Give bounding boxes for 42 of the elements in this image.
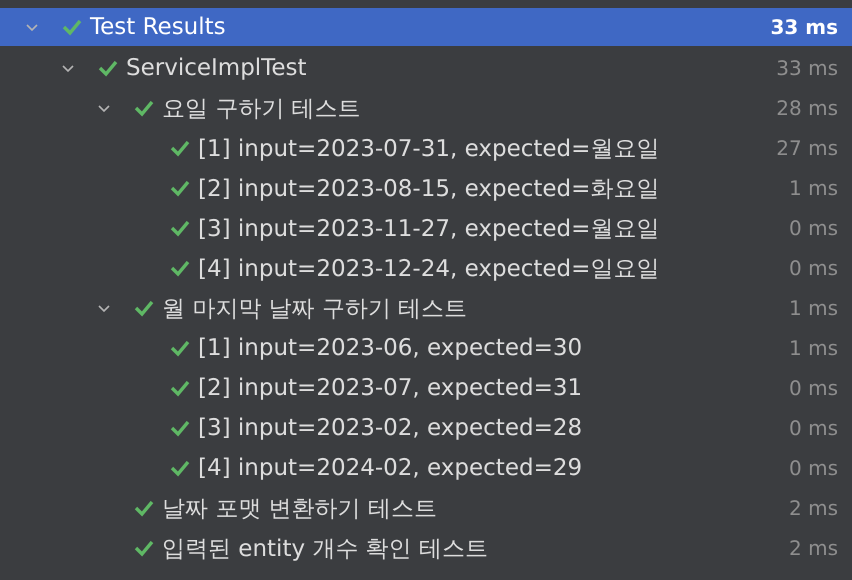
- duration-text: 0 ms: [789, 216, 838, 240]
- duration-text: 0 ms: [789, 376, 838, 400]
- duration-text: 0 ms: [789, 416, 838, 440]
- test-name: 날짜 포맷 변환하기 테스트: [162, 494, 437, 524]
- duration-text: 1 ms: [789, 336, 838, 360]
- test-name: [1] input=2023-06, expected=30: [198, 335, 582, 361]
- tree-row[interactable]: [2] input=2023-08-15, expected=화요일 1 ms: [0, 168, 852, 208]
- test-name: Test Results: [90, 14, 226, 40]
- test-name: [3] input=2023-11-27, expected=월요일: [198, 214, 660, 244]
- tree-row[interactable]: [4] input=2024-02, expected=29 0 ms: [0, 448, 852, 488]
- test-name: [4] input=2023-12-24, expected=일요일: [198, 254, 660, 284]
- tree-row[interactable]: 월 마지막 날짜 구하기 테스트 1 ms: [0, 288, 852, 328]
- duration-text: 2 ms: [789, 536, 838, 560]
- tree-row[interactable]: [1] input=2023-06, expected=30 1 ms: [0, 328, 852, 368]
- tree-row[interactable]: [2] input=2023-07, expected=31 0 ms: [0, 368, 852, 408]
- duration-text: 0 ms: [789, 256, 838, 280]
- tree-row[interactable]: 입력된 entity 개수 확인 테스트 2 ms: [0, 528, 852, 568]
- tree-row[interactable]: [4] input=2023-12-24, expected=일요일 0 ms: [0, 248, 852, 288]
- duration-text: 27 ms: [776, 136, 838, 160]
- test-name: [2] input=2023-07, expected=31: [198, 375, 582, 401]
- test-name: 요일 구하기 테스트: [162, 94, 361, 124]
- duration-text: 1 ms: [789, 176, 838, 200]
- duration-text: 0 ms: [789, 456, 838, 480]
- duration-text: 28 ms: [776, 96, 838, 120]
- tree-row[interactable]: Test Results 33 ms: [0, 8, 852, 46]
- test-name: ServiceImplTest: [126, 55, 306, 81]
- duration-text: 33 ms: [776, 56, 838, 80]
- test-name: 월 마지막 날짜 구하기 테스트: [162, 294, 468, 324]
- test-name: [4] input=2024-02, expected=29: [198, 455, 582, 481]
- tree-row[interactable]: 요일 구하기 테스트 28 ms: [0, 88, 852, 128]
- tree-row[interactable]: ServiceImplTest 33 ms: [0, 48, 852, 88]
- test-name: [1] input=2023-07-31, expected=월요일: [198, 134, 660, 164]
- duration-text: 33 ms: [770, 15, 838, 39]
- tree-row[interactable]: [1] input=2023-07-31, expected=월요일 27 ms: [0, 128, 852, 168]
- tree-row[interactable]: [3] input=2023-02, expected=28 0 ms: [0, 408, 852, 448]
- test-name: [3] input=2023-02, expected=28: [198, 415, 582, 441]
- test-name: 입력된 entity 개수 확인 테스트: [162, 534, 488, 564]
- tree-row[interactable]: 날짜 포맷 변환하기 테스트 2 ms: [0, 488, 852, 528]
- duration-text: 2 ms: [789, 496, 838, 520]
- test-name: [2] input=2023-08-15, expected=화요일: [198, 174, 660, 204]
- tree-row[interactable]: [3] input=2023-11-27, expected=월요일 0 ms: [0, 208, 852, 248]
- duration-text: 1 ms: [789, 296, 838, 320]
